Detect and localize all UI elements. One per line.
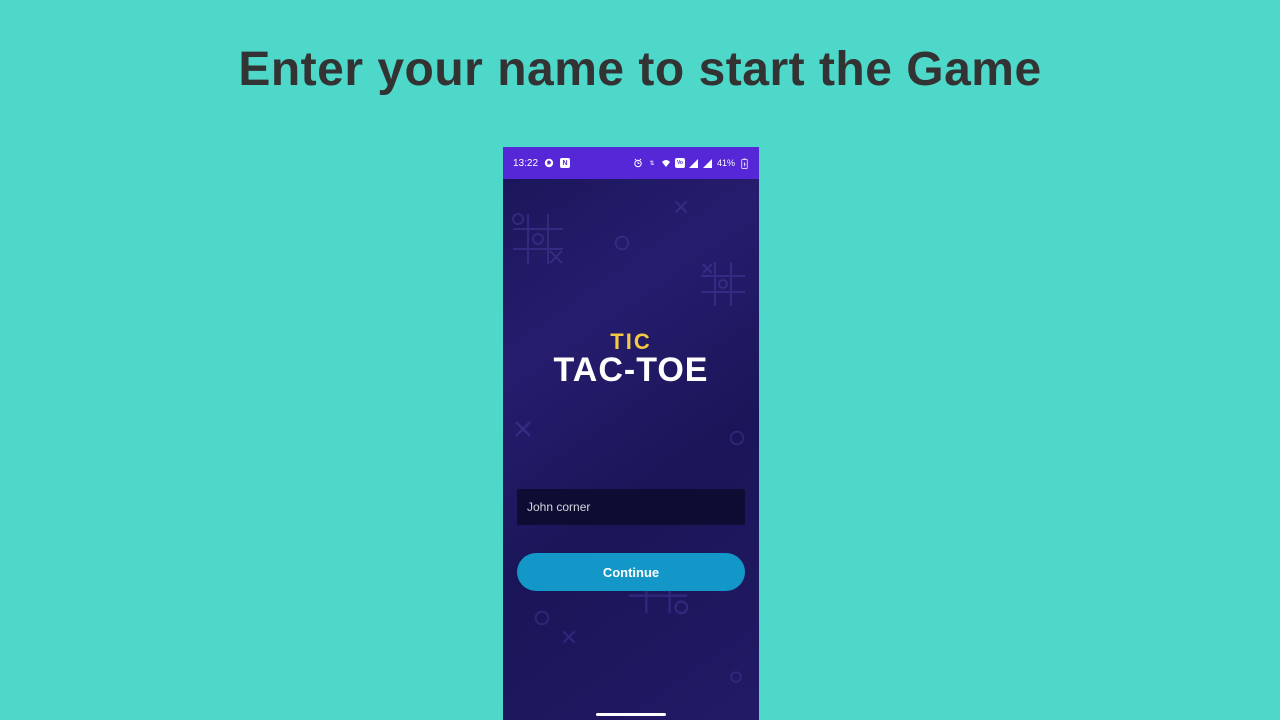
android-nav-bar[interactable] — [596, 713, 666, 716]
continue-button[interactable]: Continue — [517, 553, 745, 591]
data-icon: ⇅ — [647, 158, 657, 168]
alarm-icon — [633, 158, 643, 168]
phone-body: TIC TAC-TOE Continue — [503, 179, 759, 720]
game-logo: TIC TAC-TOE — [503, 329, 759, 390]
volte-icon: Vo — [675, 158, 685, 168]
signal-icon-2 — [703, 158, 713, 168]
wifi-icon — [661, 158, 671, 168]
whatsapp-icon — [544, 158, 554, 168]
phone-frame: 13:22 N ⇅ Vo 41% — [503, 147, 759, 720]
battery-icon — [739, 158, 749, 168]
status-time: 13:22 — [513, 158, 538, 169]
status-left: 13:22 N — [513, 158, 570, 169]
page-title: Enter your name to start the Game — [0, 0, 1280, 97]
app-notif-icon: N — [560, 158, 570, 168]
logo-line-2: TAC-TOE — [503, 351, 759, 390]
status-bar: 13:22 N ⇅ Vo 41% — [503, 147, 759, 179]
background-pattern — [503, 179, 759, 720]
status-right: ⇅ Vo 41% — [633, 158, 749, 168]
signal-icon-1 — [689, 158, 699, 168]
name-input[interactable] — [517, 489, 745, 525]
status-battery: 41% — [717, 158, 735, 168]
